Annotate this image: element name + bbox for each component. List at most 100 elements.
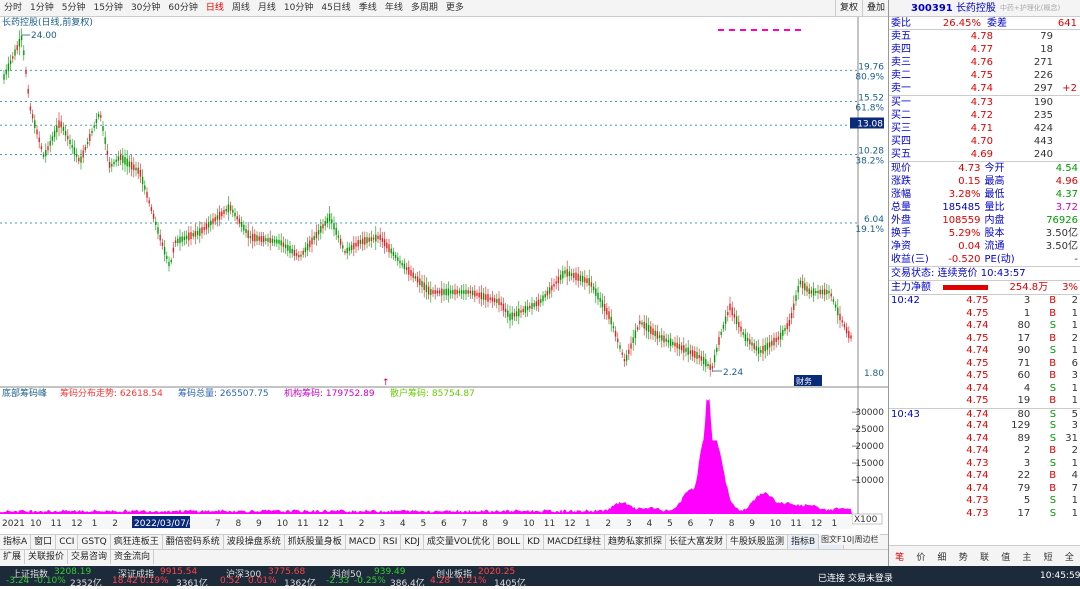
period-tab[interactable]: 日线 [202,0,228,17]
candle-body [709,364,711,370]
tick-row[interactable]: 4.74 4 S 1 [889,383,1080,396]
connection-status[interactable]: 已连接 交易未登录 [818,571,893,584]
panel-footer-tab[interactable]: 势 [953,550,974,563]
candle-body [240,221,243,227]
period-tab[interactable]: 10分钟 [280,0,317,17]
period-tab[interactable]: 5分钟 [58,0,90,17]
tick-row[interactable]: 4.73 3 S 1 [889,458,1080,471]
tick-row[interactable]: 4.74 80 S 1 [889,320,1080,333]
candle-body [122,155,124,163]
indicator-tab[interactable]: BOLL [494,535,525,549]
tick-row[interactable]: 4.73 5 S 1 [889,495,1080,508]
date-tick: 1 [92,519,98,529]
candle-body [47,146,49,151]
period-tab[interactable]: 15分钟 [89,0,126,17]
indicator-tab[interactable]: 指标A [0,535,32,549]
tick-row[interactable]: 4.74 129 S 3 [889,420,1080,433]
panel-footer-tab[interactable]: 值 [995,550,1016,563]
indicator-tab[interactable]: 翻倍密码系统 [163,535,224,549]
tick-row[interactable]: 4.74 22 B 4 [889,470,1080,483]
period-tab[interactable]: 多周期 [407,0,442,17]
indicator-tab[interactable]: KDJ [401,535,424,549]
signal-dash [740,29,746,31]
tick-row[interactable]: 4.75 71 B 6 [889,358,1080,371]
bid-row[interactable]: 买三 4.71 424 [889,122,1080,135]
quote-value: 3.50亿 [1045,228,1078,239]
indicator-tab[interactable]: MACD红绿柱 [544,535,605,549]
indicator-tab[interactable]: 趋势私家抓探 [605,535,666,549]
period-tab[interactable]: 1分钟 [26,0,58,17]
indicator-tab[interactable]: KD [524,535,544,549]
tick-row[interactable]: 10:43 4.74 80 S 5 [889,407,1080,421]
tick-row[interactable]: 4.74 89 S 31 [889,433,1080,446]
tick-time [891,495,949,508]
tick-row[interactable]: 4.73 17 S 1 [889,508,1080,521]
candle-body [540,299,542,303]
panel-footer-tab[interactable]: 细 [931,550,952,563]
panel-footer-tab[interactable]: 笔 [889,550,910,563]
bid-row[interactable]: 买一 4.73 190 [889,96,1080,109]
candle-body [841,320,843,323]
indicator-tab[interactable]: 成交量VOL优化 [424,535,494,549]
indicator-tab[interactable]: 波段操盘系统 [224,535,285,549]
kline-chart-area[interactable]: 长药控股(日线,前复权)19.7680.9%15.5261.8%12.9010.… [0,17,888,529]
candles[interactable] [3,28,852,377]
candle-body [34,120,36,128]
indicator-tab[interactable]: CCI [56,535,79,549]
indicator-tab[interactable]: MACD [346,535,380,549]
candle-body [159,234,161,241]
period-tab[interactable]: 分时 [0,0,26,17]
ask-row[interactable]: 卖一 4.74 297 +2 [889,82,1080,95]
indicator-tab[interactable]: 抓妖股量身板 [285,535,346,549]
right-tab[interactable]: 指标B [788,535,820,549]
ask-row[interactable]: 卖三 4.76 271 [889,56,1080,69]
indicator-tab[interactable]: 窗口 [31,535,57,549]
period-tab[interactable]: 月线 [254,0,280,17]
bid-row[interactable]: 买二 4.72 235 [889,109,1080,122]
candle-body [683,345,685,353]
period-tab[interactable]: 季线 [355,0,381,17]
candle-body [29,106,32,111]
period-tab[interactable]: 30分钟 [127,0,164,17]
tick-row[interactable]: 4.75 19 B 1 [889,395,1080,408]
panel-footer-small[interactable]: 图文F10|周边栏 [819,534,881,545]
indicator-tab[interactable]: RSI [380,535,402,549]
period-tab[interactable]: 周线 [228,0,254,17]
ext-tab[interactable]: 交易咨询 [68,550,112,564]
indicator-tab[interactable]: GSTQ [78,535,111,549]
bid-row[interactable]: 买四 4.70 443 [889,135,1080,148]
tick-list[interactable]: 10:42 4.75 3 B 2 4.75 1 B 1 4.74 80 S 1 4.75 17 B 2 4.74 9… [889,295,1080,520]
panel-footer-tab[interactable]: 价 [910,550,931,563]
period-tab[interactable]: 60分钟 [164,0,201,17]
panel-footer-tab[interactable]: 联 [974,550,995,563]
toolbar-button[interactable]: 复权 [835,0,862,17]
indicator-tab[interactable]: 疯狂连板王 [111,535,163,549]
indicator-tab[interactable]: 牛股妖股监测 [727,535,788,549]
candle-body [293,249,296,256]
tick-row[interactable]: 10:42 4.75 3 B 2 [889,295,1080,308]
ask-row[interactable]: 卖二 4.75 226 [889,69,1080,82]
quote-label: 涨跌 [891,176,911,187]
ext-tab[interactable]: 扩展 [0,550,26,564]
tick-row[interactable]: 4.75 60 B 3 [889,370,1080,383]
tick-row[interactable]: 4.74 90 S 1 [889,345,1080,358]
period-tab[interactable]: 45日线 [317,0,354,17]
ext-tab[interactable]: 资金流向 [111,550,155,564]
ask-row[interactable]: 卖五 4.78 79 [889,30,1080,43]
panel-footer-tab[interactable]: 全 [1059,550,1080,563]
toolbar-button[interactable]: 叠加 [862,0,889,17]
period-tab[interactable]: 年线 [381,0,407,17]
ask-row[interactable]: 卖四 4.77 18 [889,43,1080,56]
tick-row[interactable]: 4.75 17 B 2 [889,333,1080,346]
panel-footer-tab[interactable]: 短 [1038,550,1059,563]
tick-row[interactable]: 4.74 2 B 2 [889,445,1080,458]
bid-row[interactable]: 买五 4.69 240 [889,148,1080,161]
kline-svg[interactable]: 长药控股(日线,前复权)19.7680.9%15.5261.8%12.9010.… [0,17,888,534]
candle-body [300,254,302,257]
indicator-tab[interactable]: 长征大富发财 [666,535,727,549]
panel-footer-tab[interactable]: 主 [1016,550,1037,563]
ext-tab[interactable]: 关联报价 [25,550,69,564]
period-tab[interactable]: 更多 [442,0,468,17]
tick-row[interactable]: 4.75 1 B 1 [889,308,1080,321]
tick-row[interactable]: 4.74 79 B 7 [889,483,1080,496]
